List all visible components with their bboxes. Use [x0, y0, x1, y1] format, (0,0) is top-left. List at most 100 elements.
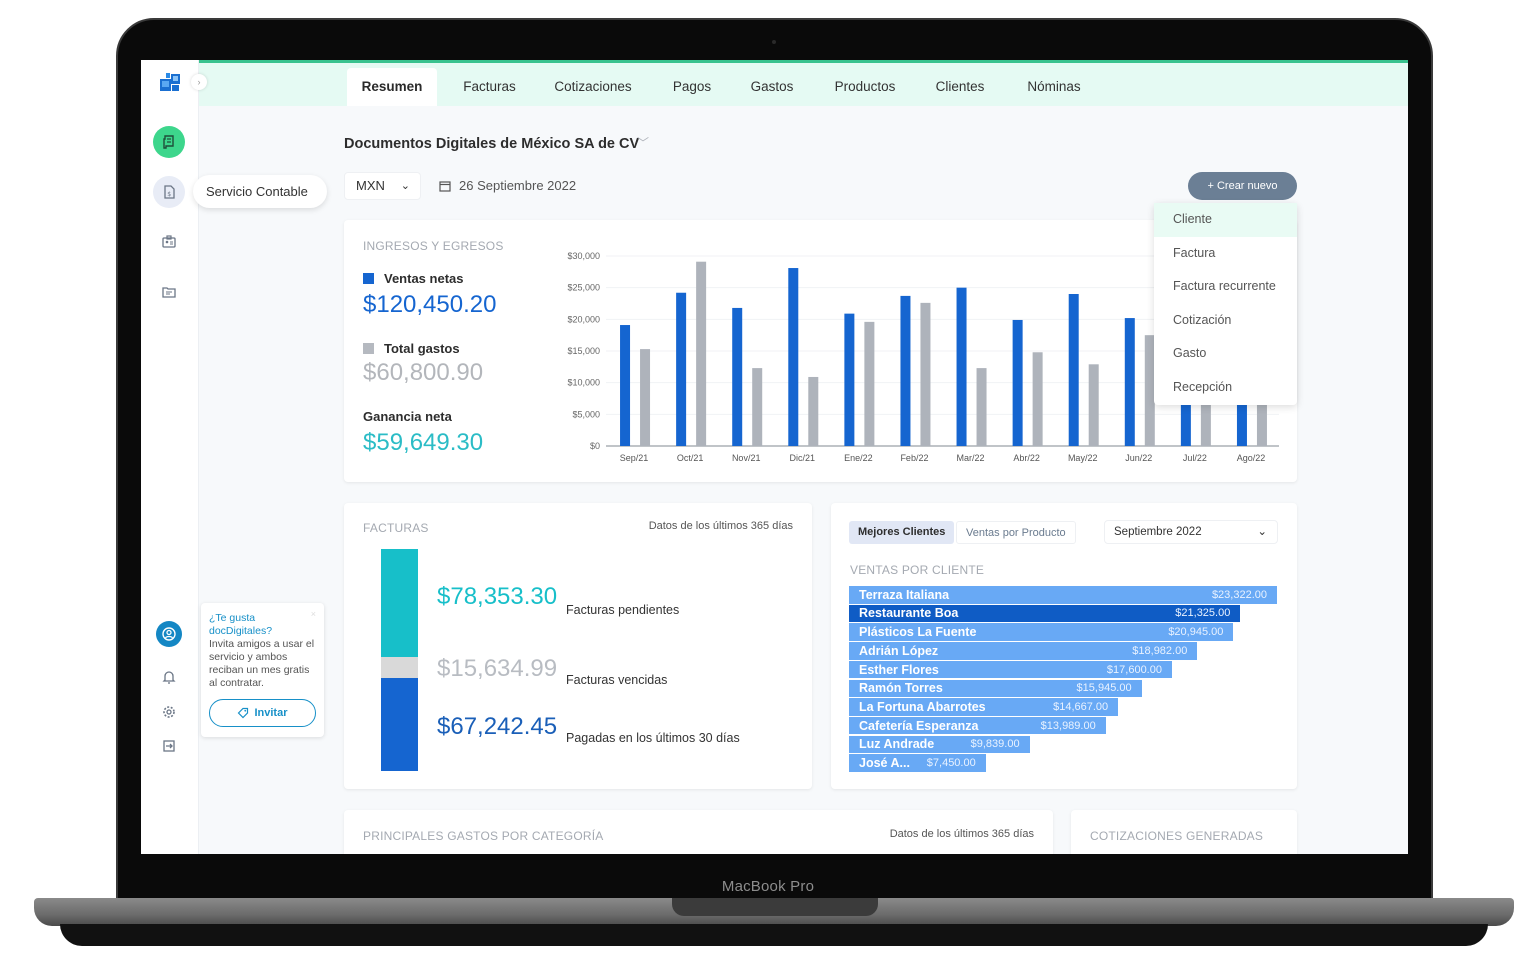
client-bar[interactable]: Luz Andrade $9,839.00 — [849, 735, 1030, 754]
client-value: $23,322.00 — [1211, 588, 1267, 601]
currency-select[interactable]: MXN ⌄ — [344, 172, 421, 200]
laptop-notch — [672, 898, 878, 916]
bar-gastos[interactable] — [864, 321, 875, 446]
client-bar[interactable]: La Fortuna Abarrotes $14,667.00 — [849, 698, 1119, 716]
legend-ventas: Ventas netas — [363, 271, 464, 286]
y-tick-label: $20,000 — [567, 314, 600, 324]
menu-item-cotizacion[interactable]: Cotización — [1154, 304, 1297, 338]
client-bar[interactable]: Cafetería Esperanza $13,989.00 — [849, 716, 1106, 735]
bar-ventas[interactable] — [788, 268, 799, 446]
client-bar[interactable]: Restaurante Boa $21,325.00 — [849, 604, 1241, 623]
sidebar-item-employees[interactable] — [153, 226, 185, 258]
menu-item-gasto[interactable]: Gasto — [1154, 337, 1297, 371]
facturas-note: Datos de los últimos 365 días — [648, 520, 793, 532]
x-tick-label: Jul/22 — [1183, 453, 1207, 463]
chevron-down-icon[interactable]: ﹀ — [637, 134, 649, 151]
bar-ventas[interactable] — [676, 292, 687, 446]
gastos-value: $60,800.90 — [363, 359, 484, 386]
tab-facturas[interactable]: Facturas — [442, 68, 537, 106]
tab-productos[interactable]: Productos — [820, 68, 910, 106]
x-tick-label: Ago/22 — [1237, 453, 1266, 463]
menu-item-recepcion[interactable]: Recepción — [1154, 371, 1297, 405]
gastos-label: Total gastos — [384, 341, 460, 356]
ventas-cliente-title: VENTAS POR CLIENTE — [850, 563, 985, 577]
sidebar-item-profile[interactable] — [156, 621, 182, 647]
x-tick-label: Ene/22 — [844, 453, 873, 463]
sidebar-item-settings[interactable] — [153, 696, 185, 728]
sidebar: $ — [141, 60, 199, 854]
client-name: Esther Flores — [859, 662, 939, 677]
create-new-menu: Cliente Factura Factura recurrente Cotizaci… — [1154, 203, 1297, 405]
bar-ventas[interactable] — [732, 307, 743, 446]
month-select[interactable]: Septiembre 2022 ⌄ — [1104, 520, 1278, 544]
facturas-title: FACTURAS — [363, 521, 429, 535]
bar-gastos[interactable] — [1088, 364, 1099, 446]
client-name: Terraza Italiana — [859, 587, 950, 602]
receipt-icon — [163, 135, 174, 149]
expand-sidebar-button[interactable]: › — [191, 74, 207, 90]
app-logo-icon[interactable] — [158, 71, 182, 95]
sidebar-tooltip: Servicio Contable — [193, 175, 327, 208]
menu-item-factura[interactable]: Factura — [1154, 237, 1297, 271]
sidebar-item-logout[interactable] — [153, 730, 185, 762]
bar-ventas[interactable] — [620, 325, 631, 446]
client-bar[interactable]: Terraza Italiana $23,322.00 — [849, 586, 1277, 604]
sidebar-item-servicio-contable[interactable]: $ — [153, 176, 185, 208]
stack-segment — [381, 678, 418, 771]
tab-resumen[interactable]: Resumen — [347, 68, 437, 106]
menu-item-factura-recurrente[interactable]: Factura recurrente — [1154, 270, 1297, 304]
invite-button[interactable]: Invitar — [209, 699, 316, 727]
bar-gastos[interactable] — [696, 261, 707, 446]
date-picker[interactable]: 26 Septiembre 2022 — [439, 178, 576, 193]
x-tick-label: Sep/21 — [620, 453, 649, 463]
client-bar[interactable]: Adrián López $18,982.00 — [849, 642, 1198, 660]
sidebar-item-notifications[interactable] — [153, 661, 185, 693]
screen: Resumen Facturas Cotizaciones Pagos Gastos Pr… — [141, 60, 1408, 854]
bar-gastos[interactable] — [920, 302, 931, 446]
bar-gastos[interactable] — [752, 368, 763, 446]
tab-ventas-por-producto[interactable]: Ventas por Producto — [956, 521, 1076, 544]
bar-gastos[interactable] — [1032, 352, 1043, 446]
company-name[interactable]: Documentos Digitales de México SA de CV — [344, 136, 639, 152]
tab-pagos[interactable]: Pagos — [657, 68, 727, 106]
bar-ventas[interactable] — [1012, 319, 1023, 446]
x-tick-label: Mar/22 — [957, 453, 985, 463]
month-value: Septiembre 2022 — [1114, 526, 1202, 538]
facturas-card: FACTURAS Datos de los últimos 365 días $… — [344, 503, 812, 789]
y-tick-label: $25,000 — [567, 283, 600, 293]
client-value: $13,989.00 — [1040, 719, 1096, 732]
client-bar[interactable]: Ramón Torres $15,945.00 — [849, 679, 1142, 697]
client-name: Ramón Torres — [859, 681, 943, 696]
sidebar-item-documents[interactable] — [153, 276, 185, 308]
x-tick-label: Abr/22 — [1013, 453, 1040, 463]
tab-gastos[interactable]: Gastos — [737, 68, 807, 106]
bar-gastos[interactable] — [808, 376, 819, 446]
sidebar-item-receipts[interactable] — [153, 126, 185, 158]
create-new-button[interactable]: + Crear nuevo — [1188, 172, 1297, 200]
x-tick-label: May/22 — [1068, 453, 1098, 463]
tab-cotizaciones[interactable]: Cotizaciones — [538, 68, 648, 106]
gastos-categoria-title: PRINCIPALES GASTOS POR CATEGORÍA — [363, 829, 604, 843]
close-icon[interactable]: × — [311, 609, 316, 619]
gastos-categoria-note: Datos de los últimos 365 días — [889, 828, 1034, 840]
chevron-down-icon: ⌄ — [1257, 526, 1267, 538]
bar-gastos[interactable] — [976, 368, 987, 446]
bar-ventas[interactable] — [844, 313, 855, 446]
client-name: Plásticos La Fuente — [859, 625, 977, 640]
client-value: $14,667.00 — [1053, 700, 1109, 713]
bar-gastos[interactable] — [640, 349, 651, 446]
menu-item-cliente[interactable]: Cliente — [1154, 203, 1297, 237]
tab-nominas[interactable]: Nóminas — [1009, 68, 1099, 106]
bar-ventas[interactable] — [1124, 318, 1135, 446]
client-bar[interactable]: Plásticos La Fuente $20,945.00 — [849, 623, 1234, 641]
client-bar[interactable]: José A... $7,450.00 — [849, 754, 986, 772]
client-bar[interactable]: Esther Flores $17,600.00 — [849, 660, 1172, 679]
client-value: $18,982.00 — [1132, 644, 1188, 657]
client-value: $7,450.00 — [926, 757, 976, 770]
bar-ventas[interactable] — [1068, 294, 1079, 446]
tab-mejores-clientes[interactable]: Mejores Clientes — [849, 521, 955, 544]
x-tick-label: Feb/22 — [900, 453, 928, 463]
tab-clientes[interactable]: Clientes — [920, 68, 1000, 106]
bar-ventas[interactable] — [956, 287, 967, 446]
bar-ventas[interactable] — [900, 295, 911, 446]
